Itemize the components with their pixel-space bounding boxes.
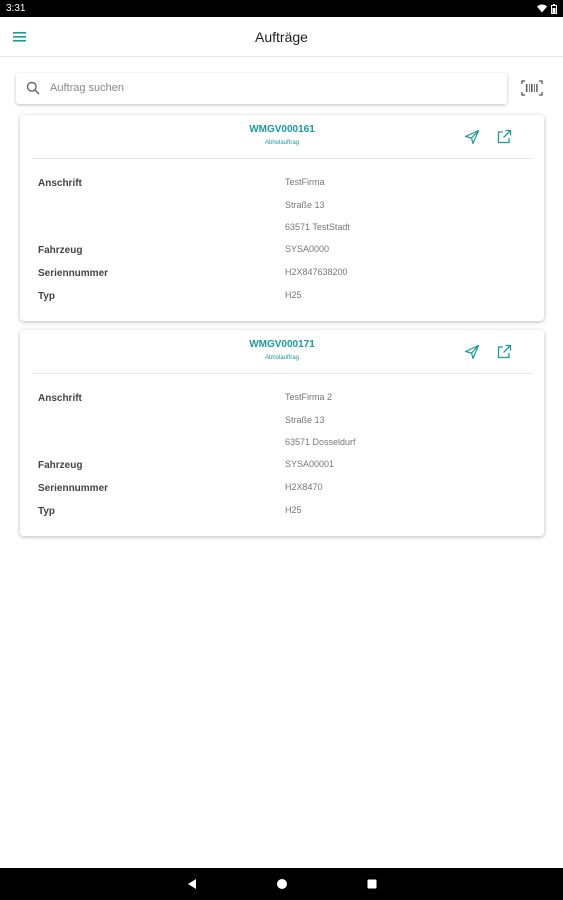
open-external-icon [497, 344, 512, 359]
back-icon [187, 879, 196, 889]
address-line-1: TestFirma 2 [285, 392, 333, 402]
type-label: Typ [38, 506, 56, 517]
order-card-header: WMGV000161 Abholauftrag [32, 115, 532, 159]
vehicle-value: SYSA0000 [285, 244, 330, 254]
menu-button[interactable] [12, 29, 28, 45]
search-icon [26, 81, 40, 95]
app-bar: Aufträge [0, 17, 563, 57]
vehicle-label: Fahrzeug [38, 460, 83, 471]
order-card[interactable]: WMGV000171 Abholauftrag Anschrift TestFi… [20, 330, 544, 536]
type-label: Typ [38, 291, 56, 302]
barcode-scan-icon [521, 80, 543, 96]
address-line-1: TestFirma [285, 177, 325, 187]
address-line-2: Straße 13 [285, 415, 325, 425]
back-button[interactable] [185, 877, 199, 891]
send-button[interactable] [464, 129, 480, 145]
address-line-2: Straße 13 [285, 200, 325, 210]
order-card-header: WMGV000171 Abholauftrag [32, 330, 532, 374]
open-external-button[interactable] [496, 344, 512, 360]
order-type: Abholauftrag [264, 355, 300, 361]
barcode-scan-button[interactable] [521, 79, 543, 97]
search-box[interactable] [16, 72, 507, 104]
home-button[interactable] [275, 877, 289, 891]
type-value: H25 [285, 505, 302, 515]
serial-value: H2X847638200 [285, 267, 348, 277]
address-label: Anschrift [38, 393, 82, 404]
search-row [16, 72, 547, 104]
serial-label: Seriennummer [38, 483, 109, 494]
send-icon [464, 129, 480, 145]
battery-icon [551, 3, 557, 14]
system-navigation-bar [0, 868, 563, 900]
status-bar: 3:31 [0, 0, 563, 17]
address-line-3: 63571 Dosseldurf [285, 437, 356, 447]
serial-value: H2X8470 [285, 482, 323, 492]
serial-label: Seriennummer [38, 268, 109, 279]
status-icons [537, 3, 557, 14]
address-label: Anschrift [38, 178, 82, 189]
order-type: Abholauftrag [264, 140, 300, 146]
open-external-icon [497, 129, 512, 144]
vehicle-label: Fahrzeug [38, 245, 83, 256]
send-button[interactable] [464, 344, 480, 360]
order-id: WMGV000171 [249, 339, 315, 350]
address-line-3: 63571 TestStadt [285, 222, 350, 232]
order-card[interactable]: WMGV000161 Abholauftrag Anschrift TestFi… [20, 115, 544, 321]
page-title: Aufträge [255, 28, 308, 45]
vehicle-value: SYSA00001 [285, 459, 335, 469]
search-input[interactable] [50, 82, 470, 94]
recents-button[interactable] [365, 877, 379, 891]
status-time: 3:31 [6, 3, 26, 14]
type-value: H25 [285, 290, 302, 300]
open-external-button[interactable] [496, 129, 512, 145]
recents-icon [367, 879, 376, 889]
menu-icon [13, 32, 26, 42]
send-icon [464, 344, 480, 360]
home-icon [276, 879, 287, 889]
order-id: WMGV000161 [249, 124, 315, 135]
wifi-icon [537, 4, 547, 13]
